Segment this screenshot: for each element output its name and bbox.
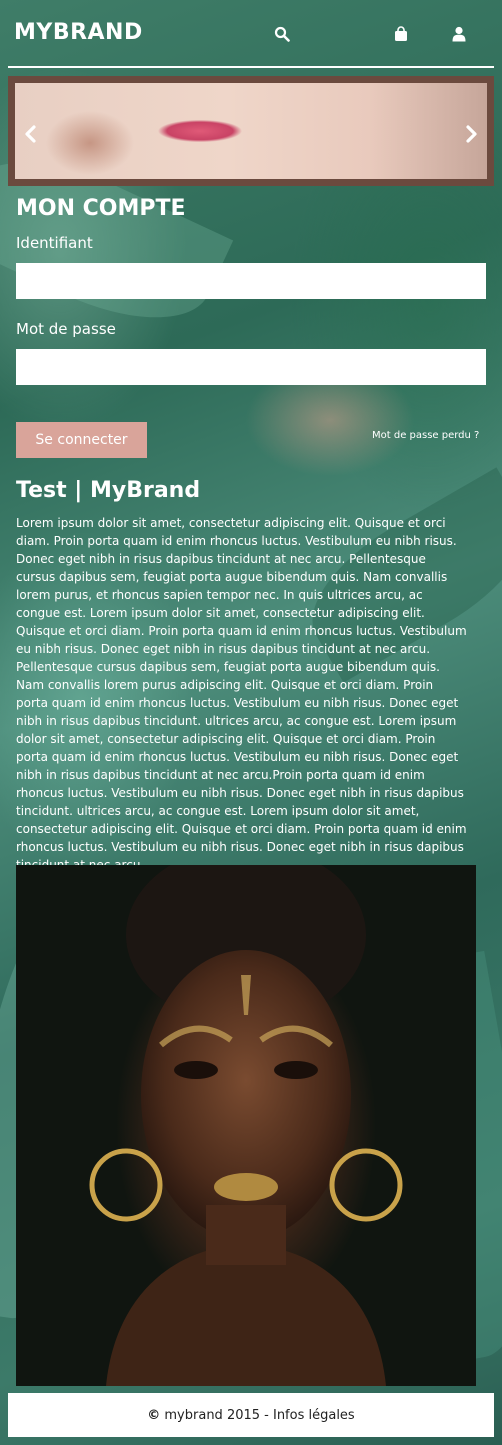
password-field[interactable] <box>16 349 486 385</box>
header-bar: MYBRAND <box>8 10 494 68</box>
user-icon[interactable] <box>452 26 472 46</box>
password-label: Mot de passe <box>16 320 116 338</box>
shopping-bag-icon[interactable] <box>394 26 414 46</box>
footer: © mybrand 2015 - Infos légales <box>8 1393 494 1437</box>
username-label: Identifiant <box>16 234 93 252</box>
login-title: MON COMPTE <box>16 196 186 221</box>
username-field[interactable] <box>16 263 486 299</box>
portrait-illustration <box>89 865 403 1386</box>
carousel-slide-image <box>15 83 487 179</box>
forgot-password-link[interactable]: Mot de passe perdu ? <box>372 430 479 441</box>
brand-logo[interactable]: MYBRAND <box>14 20 143 45</box>
search-icon[interactable] <box>274 26 294 46</box>
article-body: Lorem ipsum dolor sit amet, consectetur … <box>16 516 467 872</box>
chevron-right-icon[interactable] <box>465 123 479 147</box>
legal-info-link[interactable]: Infos légales <box>273 1408 355 1423</box>
article-title: Test | MyBrand <box>16 478 201 503</box>
chevron-left-icon[interactable] <box>23 123 37 147</box>
hero-carousel[interactable] <box>8 76 494 186</box>
footer-text: mybrand 2015 - <box>160 1407 273 1423</box>
portrait-image <box>16 865 476 1386</box>
copyright-icon: © <box>147 1407 161 1423</box>
login-button[interactable]: Se connecter <box>16 422 147 458</box>
